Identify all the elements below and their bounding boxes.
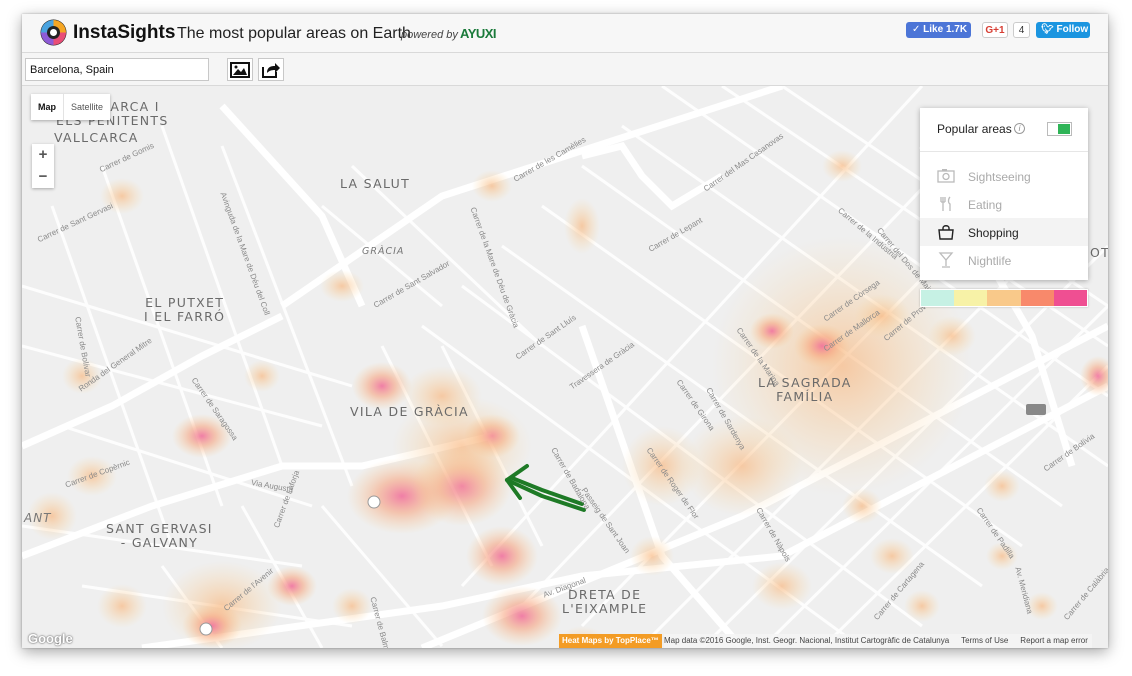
info-icon[interactable]: i [1014,123,1025,134]
zoom-in-button[interactable]: + [32,144,54,166]
image-button[interactable] [227,58,253,81]
share-button[interactable] [258,58,284,81]
follow-label: Follow [1056,24,1089,35]
map-type-map-button[interactable]: Map [31,94,63,120]
tagline: The most popular areas on Earth [177,25,411,42]
heatmaps-credit-link[interactable]: Heat Maps by TopPlace™ [559,634,662,648]
legend-swatch [921,290,955,306]
heat-legend [920,289,1088,307]
district-label-vallcarca: VALLCARCA [54,130,139,145]
legend-swatch [1020,290,1054,306]
district-label-dreta-eixample: DRETA DE L'EIXAMPLE [562,587,648,616]
legend-swatch [1053,290,1088,306]
category-eating[interactable]: Eating [920,190,1088,218]
edge-label-left: ANT [24,511,52,525]
category-label: Eating [968,198,1003,212]
panel-title: Popular areas [937,122,1012,136]
edge-label-right: OT [1090,245,1108,260]
brand-name: InstaSights [73,22,176,43]
district-label-vila-gracia: VILA DE GRÀCIA [350,404,469,419]
powered-by-label: powered by [401,29,458,41]
location-search-input[interactable] [25,58,209,81]
header-bar: InstaSights The most popular areas on Ea… [22,14,1108,53]
terms-link[interactable]: Terms of Use [961,634,1008,648]
partner-name: AYUXI [460,26,497,41]
image-icon [230,61,250,78]
share-icon [262,62,280,78]
partner-logo[interactable]: AYUXI [460,26,497,41]
district-label-sant-gervasi: SANT GERVASI - GALVANY [106,521,213,550]
app-window: InstaSights The most popular areas on Ea… [22,14,1108,648]
category-shopping[interactable]: Shopping [920,218,1088,246]
toolbar [22,53,1108,86]
like-label: Like 1.7K [923,24,968,35]
district-label-putxet: EL PUTXET I EL FARRÓ [144,295,226,324]
google-plus-button[interactable]: G+1 [982,22,1008,38]
map-type-control: Map Satellite [31,94,111,120]
legend-swatch [954,290,988,306]
facebook-check-icon: ✓ [912,24,921,35]
category-label: Sightseeing [968,170,1031,184]
twitter-bird-icon: 🐦︎ [1041,24,1054,35]
map-canvas[interactable]: VALLCARCA I ELS PENITENTS VALLCARCA LA SA… [22,86,1108,648]
area-label-gracia: GRÀCIA [362,246,405,257]
category-label: Nightlife [968,254,1012,268]
report-error-link[interactable]: Report a map error [1020,634,1088,648]
popular-areas-panel: Popular areas i Sightseeing Eating Shopp… [920,108,1088,280]
cocktail-icon [938,252,954,268]
popular-areas-toggle[interactable] [1047,122,1072,136]
camera-icon [937,169,955,183]
google-logo[interactable]: Google [28,631,73,646]
panel-header: Popular areas i [920,108,1088,152]
facebook-like-button[interactable]: ✓ Like 1.7K [906,22,971,38]
instasights-logo-icon [40,19,67,46]
district-label-la-salut: LA SALUT [340,176,411,191]
legend-swatch [987,290,1021,306]
zoom-out-button[interactable]: − [32,166,54,188]
toggle-knob [1058,124,1070,134]
category-sightseeing[interactable]: Sightseeing [920,162,1088,190]
fork-knife-icon [940,196,951,211]
shopping-bag-icon [938,225,954,240]
google-plus-count: 4 [1013,22,1030,38]
map-data-text: Map data ©2016 Google, Inst. Geogr. Naci… [664,636,950,645]
twitter-follow-button[interactable]: 🐦︎ Follow [1036,22,1090,38]
category-label: Shopping [968,226,1019,240]
category-nightlife[interactable]: Nightlife [920,246,1088,274]
map-type-satellite-button[interactable]: Satellite [63,94,110,120]
zoom-control: + − [32,144,54,188]
map-attribution: Map data ©2016 Google, Inst. Geogr. Naci… [664,634,1092,648]
